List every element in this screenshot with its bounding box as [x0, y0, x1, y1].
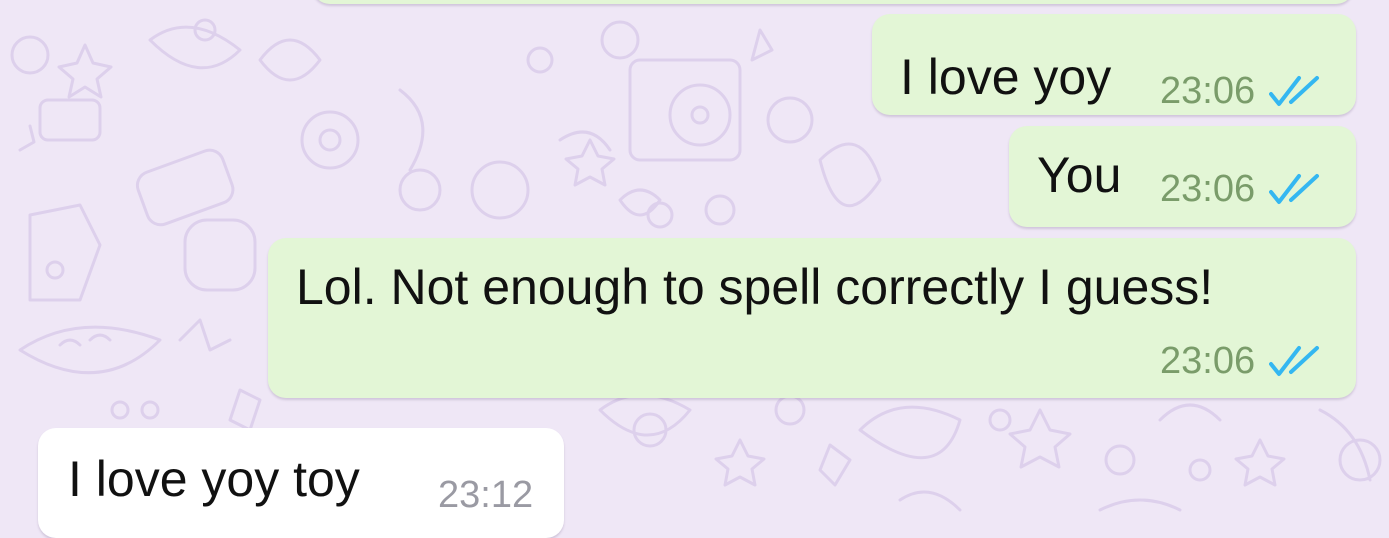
- message-text: I love yoy toy: [68, 451, 360, 507]
- message-time: 23:06: [1160, 340, 1256, 382]
- message-time: 23:06: [1160, 168, 1256, 210]
- double-check-read-icon: [1269, 174, 1320, 204]
- message-bubble-incoming[interactable]: I love yoy toy 23:12: [38, 428, 564, 538]
- message-meta: 23:06: [1160, 72, 1321, 110]
- message-bubble-outgoing[interactable]: You 23:06: [1009, 126, 1356, 227]
- double-check-read-icon: [1269, 76, 1320, 106]
- message-bubble-outgoing[interactable]: Lol. Not enough to spell correctly I gue…: [268, 238, 1356, 398]
- message-time: 23:12: [438, 474, 534, 516]
- message-text: I love yoy: [900, 49, 1112, 105]
- message-text: You: [1037, 147, 1122, 203]
- message-text: Lol. Not enough to spell correctly I gue…: [296, 259, 1214, 315]
- message-meta: 23:12: [438, 476, 533, 514]
- message-meta: 23:06: [1160, 170, 1321, 208]
- message-bubble-outgoing[interactable]: I love yoy 23:06: [872, 14, 1356, 115]
- message-meta: 23:06: [1160, 342, 1321, 380]
- double-check-read-icon: [1269, 346, 1320, 376]
- message-time: 23:06: [1160, 70, 1256, 112]
- previous-message-bubble: [312, 0, 1354, 4]
